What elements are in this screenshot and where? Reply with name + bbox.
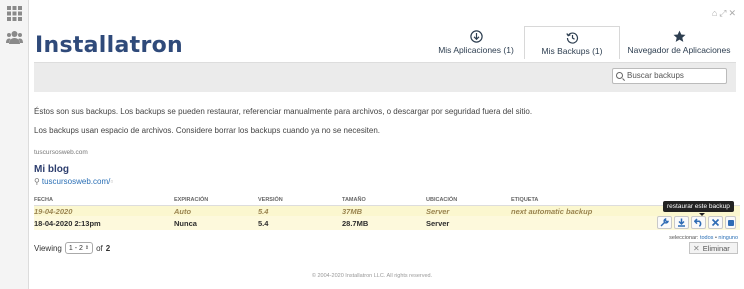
of-label: of xyxy=(96,243,103,253)
tab-navegador-aplicaciones[interactable]: Navegador de Aplicaciones xyxy=(620,26,738,58)
tab-mis-backups[interactable]: Mis Backups (1) xyxy=(524,26,620,59)
backups-table: FECHA EXPIRACIÓN VERSIÓN TAMAÑO UBICACIÓ… xyxy=(34,195,740,230)
cell-expiracion: Nunca xyxy=(174,219,197,228)
col-ubicacion: UBICACIÓN xyxy=(426,197,458,203)
page-range: 1 - 2 xyxy=(68,244,83,252)
cell-fecha: 18-04-2020 2:13pm xyxy=(34,219,101,228)
cell-tamano: 37MB xyxy=(342,207,363,216)
select-links: seleccionar: todos • ninguno xyxy=(669,235,738,241)
cell-version: 5.4 xyxy=(258,219,269,228)
site-domain: tuscursosweb.com xyxy=(34,149,88,156)
table-row[interactable]: 19-04-2020 Auto 5.4 37MB Server next aut… xyxy=(34,206,740,216)
restore-tooltip: restaurar este backup xyxy=(663,201,734,216)
app-link[interactable]: ⚲ tuscursosweb.com/▫ xyxy=(34,177,113,186)
col-expiracion: EXPIRACIÓN xyxy=(174,197,209,203)
main-tabs: Mis Aplicaciones (1) Mis Backups (1) Nav… xyxy=(428,26,738,59)
footer-copyright: © 2004-2020 Installatron LLC. All rights… xyxy=(311,273,433,279)
search-icon xyxy=(616,72,623,79)
search-input[interactable]: Buscar backups xyxy=(612,68,727,84)
search-placeholder: Buscar backups xyxy=(627,71,684,80)
expand-icon[interactable]: ⤢ xyxy=(719,8,726,19)
cell-version: 5.4 xyxy=(258,207,269,216)
backup-history-icon xyxy=(565,32,578,44)
select-all-link[interactable]: todos xyxy=(700,235,713,241)
page-select[interactable]: 1 - 2 ⇕ xyxy=(64,242,94,254)
cell-fecha: 19-04-2020 xyxy=(34,207,73,216)
table-row[interactable]: 18-04-2020 2:13pm Nunca 5.4 28.7MB Serve… xyxy=(34,216,740,230)
users-icon[interactable] xyxy=(6,30,23,45)
row-select-checkbox[interactable] xyxy=(725,216,736,229)
delete-label: Eliminar xyxy=(702,243,730,253)
intro-text-1: Éstos son sus backups. Los backups se pu… xyxy=(34,107,533,116)
installatron-logo: Installatron xyxy=(35,33,183,58)
col-fecha: FECHA xyxy=(34,197,53,203)
wrench-icon[interactable] xyxy=(657,216,672,229)
col-etiqueta: ETIQUETA xyxy=(511,197,539,203)
cell-etiqueta: next automatic backup xyxy=(511,207,593,216)
window-controls: ⌂ ⤢ ✕ xyxy=(712,8,736,19)
toolbar: Buscar backups xyxy=(34,62,736,92)
chevron-updown-icon: ⇕ xyxy=(84,245,90,251)
app-link-text[interactable]: tuscursosweb.com/ xyxy=(42,177,110,186)
cell-tamano: 28.7MB xyxy=(342,219,369,228)
table-header: FECHA EXPIRACIÓN VERSIÓN TAMAÑO UBICACIÓ… xyxy=(34,195,740,206)
close-icon: ✕ xyxy=(693,243,700,253)
col-tamano: TAMAÑO xyxy=(342,197,366,203)
grid-icon[interactable] xyxy=(6,6,23,21)
download-arrow-icon[interactable] xyxy=(674,216,689,229)
download-circle-icon xyxy=(469,30,483,43)
pagination: Viewing 1 - 2 ⇕ of 2 xyxy=(34,242,110,254)
tab-label: Mis Backups (1) xyxy=(541,46,603,56)
col-version: VERSIÓN xyxy=(258,197,283,203)
cell-ubicacion: Server xyxy=(426,219,450,228)
total-pages: 2 xyxy=(105,243,111,253)
left-sidebar xyxy=(0,0,29,289)
intro-text-2: Los backups usan espacio de archivos. Co… xyxy=(34,126,380,135)
tab-label: Navegador de Aplicaciones xyxy=(627,45,731,55)
cell-expiracion: Auto xyxy=(174,207,192,216)
tab-label: Mis Aplicaciones (1) xyxy=(438,45,514,55)
app-title[interactable]: Mi blog xyxy=(34,164,69,175)
delete-button[interactable]: ✕ Eliminar xyxy=(689,242,738,254)
select-none-link[interactable]: ninguno xyxy=(718,235,738,241)
restore-undo-icon[interactable] xyxy=(691,216,706,229)
close-icon[interactable]: ✕ xyxy=(728,8,736,19)
location-pin-icon: ⚲ xyxy=(34,177,40,186)
cell-ubicacion: Server xyxy=(426,207,450,216)
checkbox-icon xyxy=(727,219,734,226)
delete-x-icon[interactable] xyxy=(708,216,723,229)
external-link-icon[interactable]: ▫ xyxy=(110,177,113,186)
viewing-label: Viewing xyxy=(34,243,62,253)
star-icon xyxy=(673,30,685,42)
select-label: seleccionar: xyxy=(669,235,699,241)
tab-mis-aplicaciones[interactable]: Mis Aplicaciones (1) xyxy=(428,26,524,58)
row-actions xyxy=(657,216,736,229)
home-icon[interactable]: ⌂ xyxy=(712,8,717,19)
